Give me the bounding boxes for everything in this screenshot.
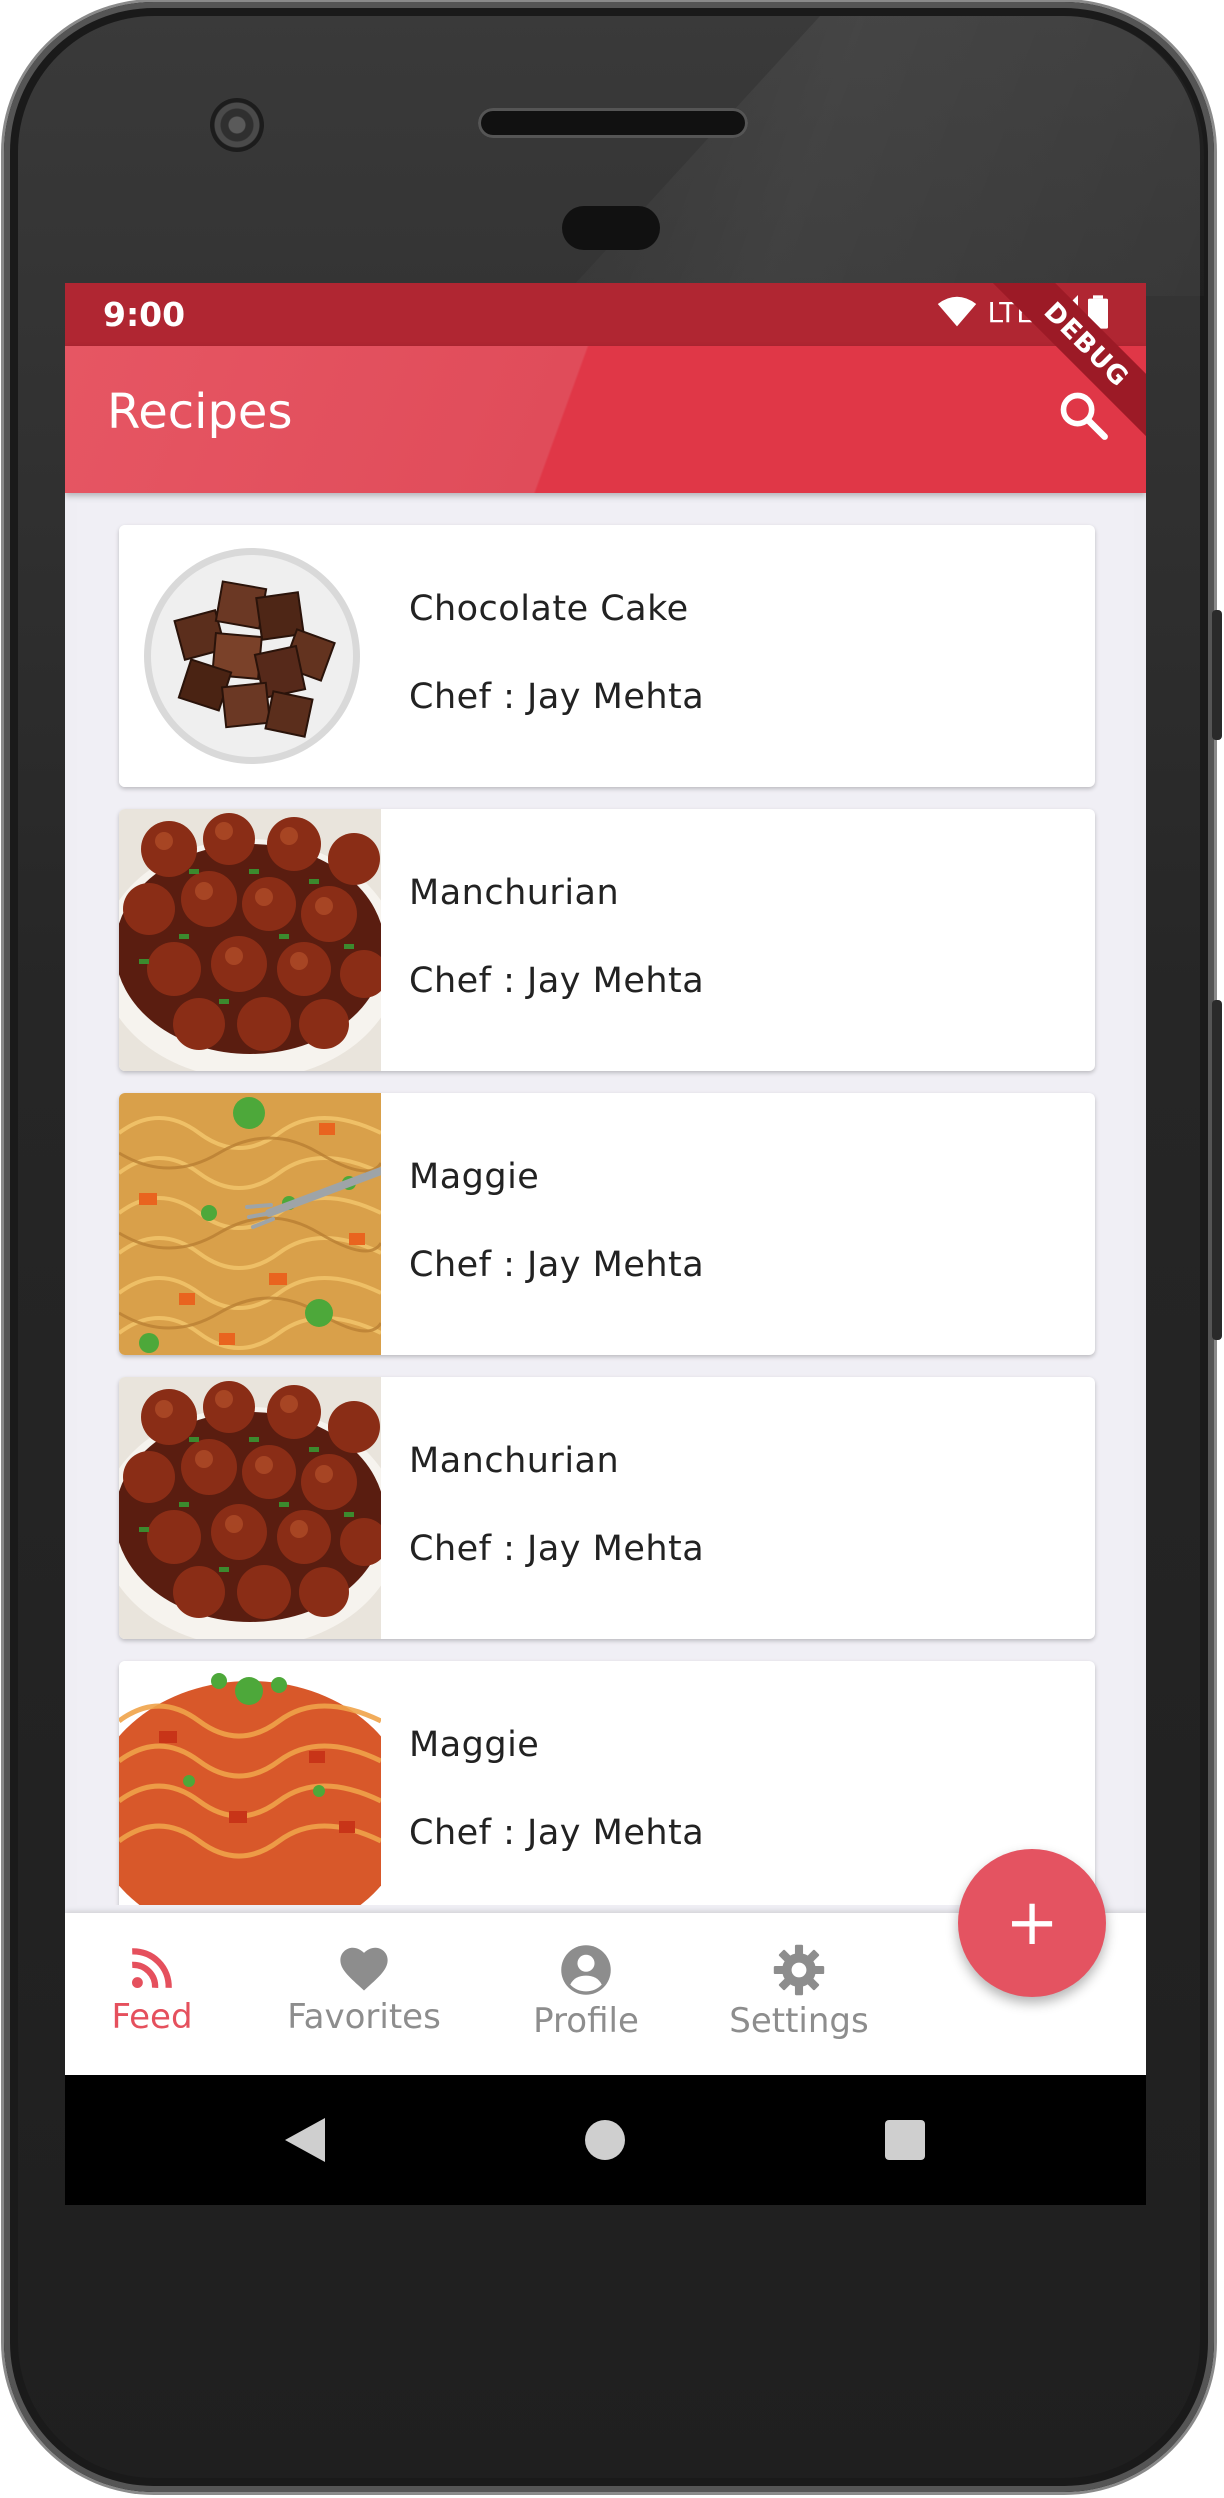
app-screen: 9:00 LTE Recipes DEBUG Chocolate Cake Ch… — [65, 283, 1146, 2205]
system-navigation-bar — [65, 2075, 1146, 2205]
recipe-card[interactable]: Manchurian Chef : Jay Mehta — [119, 1377, 1095, 1639]
app-bar: Recipes — [65, 346, 1146, 493]
nav-label: Settings — [729, 2001, 869, 2041]
recipe-name: Maggie — [409, 1725, 540, 1765]
maggie-image — [119, 1093, 381, 1355]
proximity-sensor — [562, 206, 660, 250]
phone-glare — [564, 16, 1204, 296]
recents-icon — [885, 2120, 925, 2160]
front-camera — [210, 98, 264, 152]
recipe-chef: Chef : Jay Mehta — [409, 1245, 705, 1285]
nav-label: Feed — [111, 1997, 193, 2037]
home-icon — [585, 2120, 625, 2160]
back-button[interactable] — [255, 2075, 355, 2205]
rss-feed-icon — [132, 1948, 172, 1988]
recipe-card[interactable]: Chocolate Cake Chef : Jay Mehta — [119, 525, 1095, 787]
search-icon — [1060, 392, 1108, 440]
recipe-chef: Chef : Jay Mehta — [409, 961, 705, 1001]
recipe-card[interactable]: Maggie Chef : Jay Mehta — [119, 1661, 1095, 1905]
recipe-name: Chocolate Cake — [409, 589, 689, 629]
chocolate-cake-image — [119, 525, 381, 787]
recipe-chef: Chef : Jay Mehta — [409, 1529, 705, 1569]
recents-button[interactable] — [855, 2075, 955, 2205]
recipe-card[interactable]: Maggie Chef : Jay Mehta — [119, 1093, 1095, 1355]
page-title: Recipes — [107, 384, 293, 440]
recipe-list[interactable]: Chocolate Cake Chef : Jay Mehta Manchuri… — [77, 503, 1134, 1905]
home-button[interactable] — [555, 2075, 655, 2205]
recipe-name: Maggie — [409, 1157, 540, 1197]
nav-label: Profile — [533, 2001, 639, 2041]
status-bar: 9:00 LTE — [65, 283, 1146, 346]
nav-item-feed[interactable]: Feed — [65, 1943, 252, 2037]
add-recipe-button[interactable]: + — [958, 1849, 1106, 1997]
wifi-icon — [938, 296, 977, 327]
nav-item-profile[interactable]: Profile — [486, 1943, 686, 2041]
recipe-chef: Chef : Jay Mehta — [409, 1813, 705, 1853]
account-circle-icon — [561, 1945, 611, 1995]
back-icon — [285, 2118, 325, 2162]
recipe-name: Manchurian — [409, 873, 620, 913]
volume-rocker-button — [1212, 1000, 1222, 1340]
nav-item-favorites[interactable]: Favorites — [264, 1943, 464, 2037]
maggie-image — [119, 1661, 381, 1905]
manchurian-image — [119, 809, 381, 1071]
add-icon: + — [1005, 1886, 1059, 1960]
status-time: 9:00 — [103, 295, 186, 334]
heart-icon — [340, 1947, 388, 1991]
manchurian-image — [119, 1377, 381, 1639]
recipe-name: Manchurian — [409, 1441, 620, 1481]
nav-item-settings[interactable]: Settings — [699, 1943, 899, 2041]
volume-up-button — [1212, 610, 1222, 740]
nav-label: Favorites — [287, 1997, 441, 2037]
earpiece-speaker — [478, 108, 748, 138]
recipe-chef: Chef : Jay Mehta — [409, 677, 705, 717]
recipe-card[interactable]: Manchurian Chef : Jay Mehta — [119, 809, 1095, 1071]
gear-icon — [773, 1944, 825, 1996]
